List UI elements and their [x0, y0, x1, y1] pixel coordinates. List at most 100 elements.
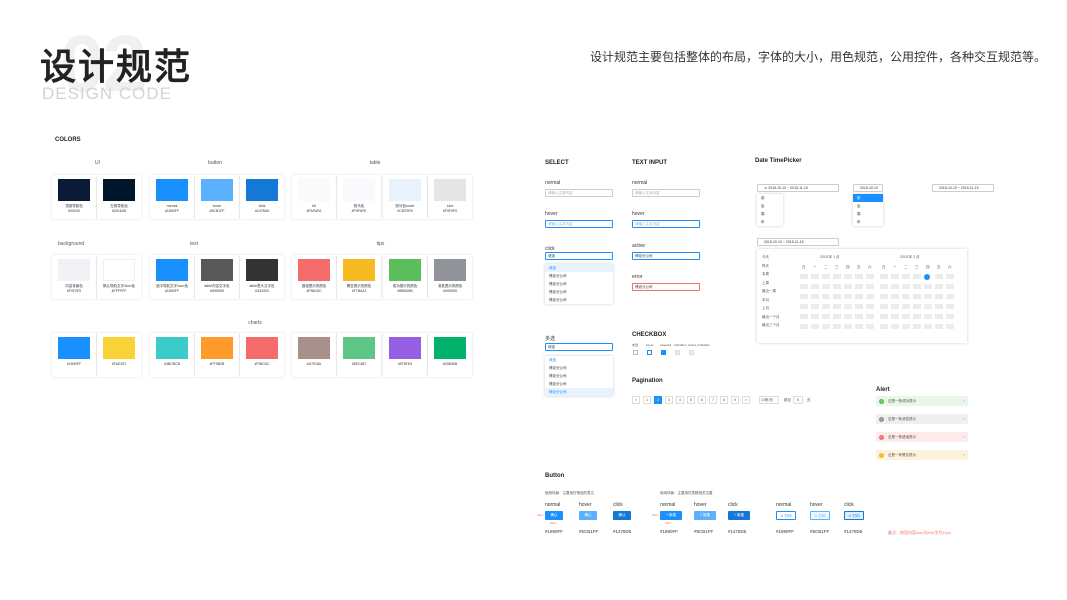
calendar-day[interactable]	[833, 314, 841, 319]
sample-button[interactable]: 确认	[545, 511, 563, 520]
calendar-day[interactable]	[935, 274, 943, 279]
calendar-day[interactable]	[924, 314, 932, 319]
quick-option[interactable]: 后	[853, 202, 883, 210]
calendar-day[interactable]	[902, 274, 910, 279]
sample-button[interactable]: + 新建	[728, 511, 750, 520]
calendar-day[interactable]	[855, 304, 863, 309]
page-size-select[interactable]: 10条/页	[759, 396, 779, 404]
calendar-day[interactable]	[844, 284, 852, 289]
page-button[interactable]: 3	[665, 396, 673, 404]
calendar-day[interactable]	[833, 294, 841, 299]
sample-button[interactable]: + 新建	[660, 511, 682, 520]
calendar-day[interactable]	[822, 294, 830, 299]
calendar-day[interactable]	[891, 324, 899, 329]
select-option[interactable]: 博克分公司	[545, 296, 613, 304]
close-icon[interactable]: ×	[963, 414, 965, 424]
calendar-day[interactable]	[800, 274, 808, 279]
calendar-day[interactable]	[855, 324, 863, 329]
calendar-day[interactable]	[902, 314, 910, 319]
calendar-day[interactable]	[902, 304, 910, 309]
page-button[interactable]: 4	[676, 396, 684, 404]
date-single-input[interactable]: 2015-10-10	[853, 184, 883, 192]
select-normal[interactable]: 请输入文本内容	[545, 189, 613, 197]
calendar-day[interactable]	[866, 274, 874, 279]
text-error-input[interactable]: 博克分公司	[632, 283, 700, 291]
calendar-day[interactable]	[924, 324, 932, 329]
calendar-day[interactable]	[913, 274, 921, 279]
calendar-day[interactable]	[913, 284, 921, 289]
calendar-day[interactable]	[800, 304, 808, 309]
select-click[interactable]: 请选	[545, 252, 613, 260]
goto-input[interactable]: 5	[793, 396, 803, 404]
calendar-day[interactable]	[880, 314, 888, 319]
calendar-day[interactable]	[913, 294, 921, 299]
calendar-day[interactable]	[866, 314, 874, 319]
calendar-day[interactable]	[822, 304, 830, 309]
calendar-day[interactable]	[891, 304, 899, 309]
calendar-day[interactable]	[800, 294, 808, 299]
calendar-day[interactable]	[946, 304, 954, 309]
calendar-day[interactable]	[913, 304, 921, 309]
page-button[interactable]: 1	[643, 396, 651, 404]
calendar-day[interactable]	[866, 294, 874, 299]
calendar-day[interactable]	[891, 314, 899, 319]
calendar-day[interactable]	[800, 284, 808, 289]
quick-range-option[interactable]: 最近一周	[762, 289, 776, 294]
calendar-day[interactable]	[946, 274, 954, 279]
calendar-day[interactable]	[833, 304, 841, 309]
close-icon[interactable]: ×	[963, 450, 965, 460]
text-hover-input[interactable]: 请输入文本内容	[632, 220, 700, 228]
page-button[interactable]: <	[632, 396, 640, 404]
calendar-day[interactable]	[866, 324, 874, 329]
calendar-day[interactable]	[811, 274, 819, 279]
select-multi[interactable]: 请选	[545, 343, 613, 351]
close-icon[interactable]: ×	[963, 396, 965, 406]
checkbox[interactable]	[689, 350, 694, 355]
calendar-day[interactable]	[822, 284, 830, 289]
select-hover[interactable]: 请输入文本内容	[545, 220, 613, 228]
select-option[interactable]: 博克分公司	[545, 280, 613, 288]
calendar-day[interactable]	[935, 294, 943, 299]
select-multi-option[interactable]: 博克分公司	[545, 372, 613, 380]
calendar-day[interactable]	[891, 284, 899, 289]
calendar-day[interactable]	[833, 324, 841, 329]
calendar-day[interactable]	[822, 274, 830, 279]
checkbox[interactable]	[647, 350, 652, 355]
calendar-day[interactable]	[866, 304, 874, 309]
calendar-day[interactable]	[844, 314, 852, 319]
select-option[interactable]: 博克分公司	[545, 288, 613, 296]
calendar-day[interactable]	[811, 324, 819, 329]
quick-option[interactable]: 周	[757, 210, 783, 218]
calendar-day[interactable]	[855, 294, 863, 299]
calendar-day[interactable]	[902, 284, 910, 289]
calendar-day[interactable]	[844, 324, 852, 329]
calendar-day[interactable]	[913, 314, 921, 319]
close-icon[interactable]: ×	[963, 432, 965, 442]
sample-button[interactable]: ⊙ 打印	[776, 511, 796, 520]
checkbox[interactable]	[633, 350, 638, 355]
calendar-day[interactable]	[844, 304, 852, 309]
select-multi-option[interactable]: 博克分公司	[545, 364, 613, 372]
calendar-day[interactable]	[902, 294, 910, 299]
sample-button[interactable]: 确认	[579, 511, 597, 520]
calendar-day[interactable]	[880, 294, 888, 299]
calendar-day[interactable]	[855, 284, 863, 289]
page-button[interactable]: 6	[698, 396, 706, 404]
calendar-day[interactable]	[822, 314, 830, 319]
calendar-day[interactable]	[946, 324, 954, 329]
date-range-input-2[interactable]: 2015-10-10 ~ 2015-11-15	[932, 184, 994, 192]
page-button[interactable]: 7	[709, 396, 717, 404]
calendar-day[interactable]	[844, 294, 852, 299]
checkbox[interactable]	[675, 350, 680, 355]
page-button[interactable]: 5	[687, 396, 695, 404]
text-active-input[interactable]: 博克分公司	[632, 252, 700, 260]
quick-range-option[interactable]: 最近一个月	[762, 315, 780, 320]
quick-option[interactable]: 后	[757, 202, 783, 210]
calendar-day[interactable]	[946, 284, 954, 289]
calendar-day[interactable]	[822, 324, 830, 329]
page-button[interactable]: >	[742, 396, 750, 404]
calendar-day[interactable]	[935, 324, 943, 329]
quick-range-option[interactable]: 上周	[762, 281, 769, 286]
date-range-input[interactable]: ▭ 2015-10-10 ~ 2015-11-15	[757, 184, 839, 192]
calendar-day[interactable]	[924, 284, 932, 289]
